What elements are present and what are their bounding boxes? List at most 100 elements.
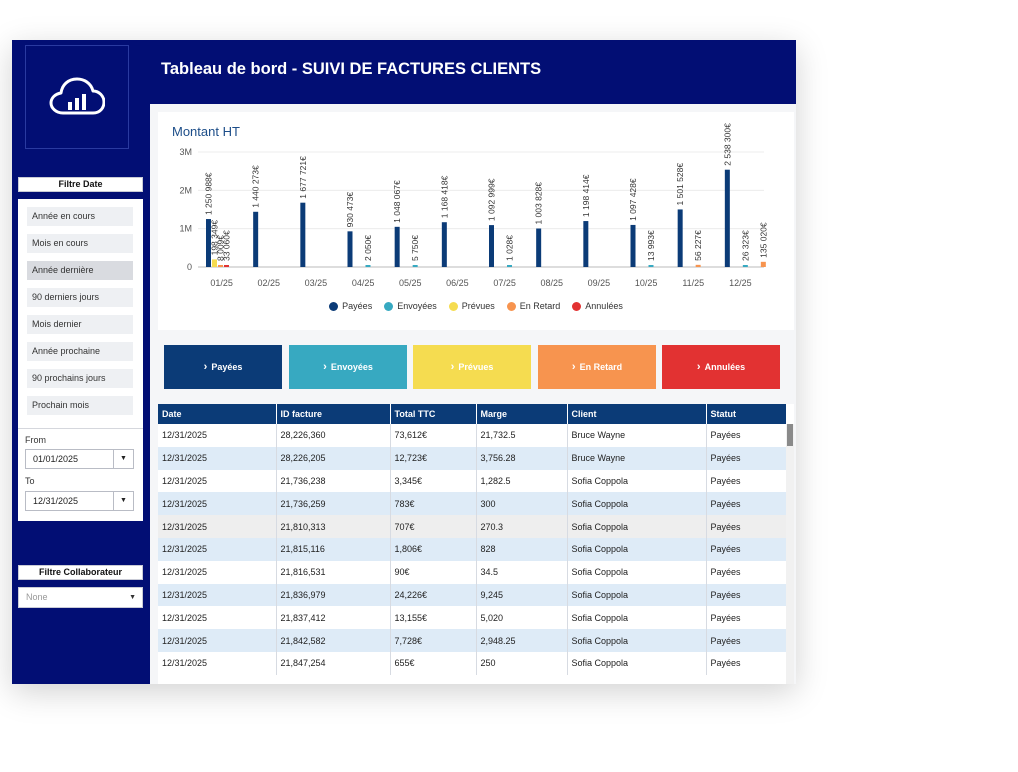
- table-cell: 21,736,259: [276, 492, 391, 516]
- table-cell: 21,815,116: [276, 537, 391, 561]
- bar: [489, 225, 494, 267]
- table-cell: 21,836,979: [276, 583, 391, 607]
- table-cell: Sofia Coppola: [567, 560, 707, 584]
- table-row[interactable]: 12/31/2025 21,815,116 1,806€ 828 Sofia Coppo…: [158, 537, 787, 561]
- table-cell: 28,226,360: [276, 424, 391, 447]
- x-tick-label: 11/25: [682, 278, 704, 288]
- legend-item[interactable]: Payées: [329, 299, 372, 313]
- column-header[interactable]: Client: [567, 404, 707, 424]
- to-date-value: 12/31/2025: [33, 496, 79, 506]
- to-date-field[interactable]: 12/31/2025 ▼: [25, 491, 134, 511]
- legend-item[interactable]: En Retard: [506, 299, 561, 313]
- bar: [365, 265, 371, 267]
- table-cell: 12/31/2025: [158, 651, 277, 675]
- data-label: 1 198 414€: [581, 174, 591, 217]
- table-cell: 28,226,205: [276, 446, 391, 470]
- chevron-right-icon: ›: [696, 361, 701, 373]
- chevron-down-icon[interactable]: ▼: [113, 492, 133, 510]
- legend-item[interactable]: Prévues: [448, 299, 495, 313]
- table-cell: Bruce Wayne: [567, 446, 707, 470]
- bar: [394, 226, 400, 267]
- bar: [677, 209, 683, 267]
- table-cell: 90€: [390, 560, 477, 584]
- table-cell: Sofia Coppola: [567, 606, 707, 630]
- x-tick-label: 02/25: [257, 278, 280, 288]
- table-row[interactable]: 12/31/2025 28,226,360 73,612€ 21,732.5 Bruce…: [158, 424, 787, 447]
- bar: [218, 265, 223, 267]
- table-row[interactable]: 12/31/2025 21,736,238 3,345€ 1,282.5 Sofia C…: [158, 469, 787, 493]
- status-button[interactable]: › Payées: [164, 345, 282, 389]
- bar: [300, 202, 306, 267]
- column-header[interactable]: Statut: [706, 404, 787, 424]
- date-filter-item[interactable]: 90 prochains jours: [27, 369, 133, 388]
- legend-marker: [448, 301, 458, 311]
- x-tick-label: 01/25: [210, 278, 233, 288]
- chevron-right-icon: ›: [571, 361, 576, 373]
- scrollbar[interactable]: [786, 424, 794, 684]
- date-filter-item[interactable]: 90 derniers jours: [27, 288, 133, 307]
- legend-item[interactable]: Annulées: [572, 299, 623, 313]
- table-cell: Bruce Wayne: [567, 424, 707, 447]
- table-cell: 13,155€: [390, 606, 477, 630]
- table-cell: Sofia Coppola: [567, 537, 707, 561]
- table-cell: Payées: [706, 469, 787, 493]
- legend-label: Payées: [342, 301, 373, 311]
- status-button[interactable]: › En Retard: [538, 345, 656, 389]
- column-header[interactable]: Marge: [476, 404, 568, 424]
- table-cell: 21,816,531: [276, 560, 391, 584]
- x-tick-label: 06/25: [446, 278, 469, 288]
- status-button[interactable]: › Envoyées: [289, 345, 407, 389]
- data-label: 13 993€: [646, 230, 656, 261]
- table-row[interactable]: 12/31/2025 21,736,259 783€ 300 Sofia Coppola…: [158, 492, 787, 516]
- date-filter-item[interactable]: Année prochaine: [27, 342, 133, 361]
- data-label: 1 028€: [505, 235, 515, 261]
- table-row[interactable]: 12/31/2025 21,836,979 24,226€ 9,245 Sofia Co…: [158, 583, 787, 607]
- to-label: To: [25, 476, 35, 486]
- status-button[interactable]: › Annulées: [662, 345, 780, 389]
- data-label: 33 060€: [222, 230, 232, 261]
- table-row[interactable]: 12/31/2025 21,837,412 13,155€ 5,020 Sofia Co…: [158, 606, 787, 630]
- table-row[interactable]: 12/31/2025 21,816,531 90€ 34.5 Sofia Coppola…: [158, 560, 787, 584]
- column-header[interactable]: Date: [158, 404, 277, 424]
- date-filter-item[interactable]: Mois dernier: [27, 315, 133, 334]
- table-row[interactable]: 12/31/2025 21,847,254 655€ 250 Sofia Coppola…: [158, 651, 787, 675]
- status-button[interactable]: › Prévues: [413, 345, 531, 389]
- column-header[interactable]: ID facture: [276, 404, 391, 424]
- table-cell: 34.5: [476, 560, 568, 584]
- table-cell: 24,226€: [390, 583, 477, 607]
- table-cell: Sofia Coppola: [567, 515, 707, 538]
- table-cell: 250: [476, 651, 568, 675]
- date-filter-item[interactable]: Mois en cours: [27, 234, 133, 253]
- table-row[interactable]: 12/31/2025 21,842,582 7,728€ 2,948.25 Sofia …: [158, 629, 787, 652]
- bar: [648, 265, 654, 267]
- x-tick-label: 04/25: [352, 278, 375, 288]
- table-row[interactable]: 12/31/2025 28,226,205 12,723€ 3,756.28 Bruce…: [158, 446, 787, 470]
- table-cell: Payées: [706, 583, 787, 607]
- date-filter-item[interactable]: Année en cours: [27, 207, 133, 226]
- table-cell: 12/31/2025: [158, 560, 277, 584]
- column-header[interactable]: Total TTC: [390, 404, 477, 424]
- table-cell: Payées: [706, 446, 787, 470]
- data-label: 1 440 273€: [251, 165, 261, 208]
- from-date-field[interactable]: 01/01/2025 ▼: [25, 449, 134, 469]
- scrollbar-thumb[interactable]: [787, 424, 793, 446]
- dashboard-frame: Filtre Date Année en cours Mois en cours A…: [12, 40, 796, 684]
- table-cell: 1,282.5: [476, 469, 568, 493]
- data-label: 1 501 528€: [675, 163, 685, 206]
- data-label: 2 050€: [363, 235, 373, 261]
- date-filter-item[interactable]: Prochain mois: [27, 396, 133, 415]
- date-filter-item[interactable]: Année dernière: [27, 261, 133, 280]
- table-row[interactable]: 12/31/2025 21,810,313 707€ 270.3 Sofia Coppo…: [158, 515, 787, 538]
- data-label: 1 003 828€: [534, 182, 544, 225]
- legend-item[interactable]: Envoyées: [384, 299, 437, 313]
- bar: [724, 169, 730, 267]
- table-cell: 300: [476, 492, 568, 516]
- table-cell: 73,612€: [390, 424, 477, 447]
- data-label: 2 538 300€: [722, 123, 732, 166]
- chevron-down-icon[interactable]: ▼: [113, 450, 133, 468]
- legend-label: En Retard: [519, 301, 561, 311]
- collab-select[interactable]: None ▼: [18, 587, 143, 608]
- table-cell: 12,723€: [390, 446, 477, 470]
- legend-marker: [506, 301, 516, 311]
- collab-select-value: None: [26, 592, 48, 602]
